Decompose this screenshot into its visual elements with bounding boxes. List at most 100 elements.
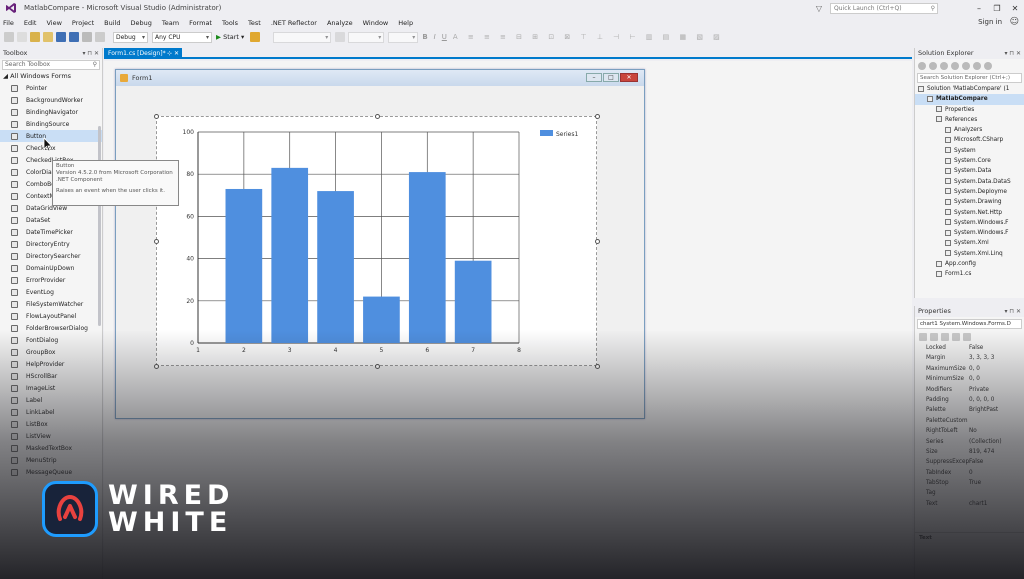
solution-tree-item[interactable]: References — [915, 115, 1024, 125]
property-pages-icon[interactable] — [963, 333, 971, 341]
solution-tree-item[interactable]: Microsoft.CSharp — [915, 135, 1024, 145]
back-icon[interactable] — [4, 32, 14, 42]
menu-build[interactable]: Build — [104, 19, 120, 27]
menu-file[interactable]: File — [3, 19, 14, 27]
layout-toolbar-icons[interactable]: A ≡ ≡ ≡ ⊟ ⊞ ⊡ ⊠ ⊤ ⊥ ⊣ ⊢ ▥ ▤ ▦ ▧ ▨ — [453, 33, 724, 41]
form-minimize-button[interactable]: – — [586, 73, 602, 82]
platform-select[interactable]: Any CPU — [152, 31, 212, 43]
close-button[interactable]: ✕ — [1006, 4, 1024, 13]
property-value[interactable]: chart1 — [969, 499, 1023, 509]
back-icon[interactable] — [918, 61, 926, 70]
toolbox-item[interactable]: FolderBrowserDialog — [0, 322, 102, 334]
resize-handle[interactable] — [374, 114, 380, 119]
toolbox-item[interactable]: FontDialog — [0, 334, 102, 346]
quick-launch-input[interactable]: Quick Launch (Ctrl+Q) ⚲ — [830, 2, 938, 14]
sync-icon[interactable] — [951, 61, 959, 70]
solution-tree-item[interactable]: System.Data — [915, 166, 1024, 176]
properties-icon[interactable] — [984, 61, 992, 70]
property-value[interactable]: 0, 0, 0, 0 — [969, 395, 1023, 405]
toolbox-item[interactable]: DataSet — [0, 214, 102, 226]
menu-view[interactable]: View — [46, 19, 61, 27]
restore-button[interactable]: ❐ — [988, 4, 1006, 13]
property-value[interactable] — [969, 416, 1023, 426]
solution-tree-item[interactable]: System.Xml.Linq — [915, 249, 1024, 259]
tab-form1-design[interactable]: Form1.cs [Design]* ⊹ ✕ — [104, 48, 182, 59]
toolbox-item[interactable]: DateTimePicker — [0, 226, 102, 238]
alphabetical-icon[interactable] — [930, 333, 938, 341]
panel-controls-icon[interactable]: ▾ ⊓ ✕ — [1004, 306, 1021, 317]
redo-icon[interactable] — [95, 32, 105, 42]
property-row[interactable]: Margin 3, 3, 3, 3 — [915, 353, 1024, 363]
form1-window[interactable]: Form1 – □ ✕ 0 20 40 60 80 100 1 2 3 4 5 6 7 8 Series1 — [115, 69, 645, 419]
menu-tools[interactable]: Tools — [222, 19, 238, 27]
property-row[interactable]: MaximumSize 0, 0 — [915, 364, 1024, 374]
menu-format[interactable]: Format — [189, 19, 212, 27]
property-row[interactable]: Palette BrightPast — [915, 405, 1024, 415]
open-icon[interactable] — [43, 32, 53, 42]
solution-tree-item[interactable]: System — [915, 146, 1024, 156]
solution-tree-item[interactable]: Form1.cs — [915, 269, 1024, 279]
toolbox-item[interactable]: FlowLayoutPanel — [0, 310, 102, 322]
panel-controls-icon[interactable]: ▾ ⊓ ✕ — [82, 48, 99, 59]
property-row[interactable]: Series (Collection) — [915, 437, 1024, 447]
solution-tree-item[interactable]: System.Core — [915, 156, 1024, 166]
property-value[interactable]: Private — [969, 385, 1023, 395]
property-row[interactable]: TabStop True — [915, 478, 1024, 488]
toolbox-item[interactable]: ImageList — [0, 382, 102, 394]
font-style-select[interactable] — [388, 31, 419, 43]
underline-icon[interactable]: U — [442, 33, 447, 41]
solution-tree-item[interactable]: App.config — [915, 259, 1024, 269]
categorized-icon[interactable] — [919, 333, 927, 341]
property-row[interactable]: Size 819, 474 — [915, 447, 1024, 457]
toolbox-item[interactable]: FileSystemWatcher — [0, 298, 102, 310]
property-row[interactable]: RightToLeft No — [915, 426, 1024, 436]
menu-window[interactable]: Window — [363, 19, 389, 27]
toolbox-item[interactable]: HScrollBar — [0, 370, 102, 382]
forward-icon[interactable] — [17, 32, 27, 42]
solution-tree-item[interactable]: System.Deployme — [915, 187, 1024, 197]
font-size-select[interactable] — [348, 31, 385, 43]
properties-object-select[interactable]: chart1 System.Windows.Forms.D — [917, 319, 1022, 329]
property-value[interactable]: False — [969, 343, 1023, 353]
events-icon[interactable] — [952, 333, 960, 341]
resize-handle[interactable] — [595, 239, 600, 244]
configuration-select[interactable]: Debug — [113, 31, 148, 43]
toolbox-search-input[interactable]: Search Toolbox ⚲ — [2, 60, 100, 70]
property-row[interactable]: Modifiers Private — [915, 385, 1024, 395]
properties-view-icon[interactable] — [941, 333, 949, 341]
property-row[interactable]: Locked False — [915, 343, 1024, 353]
resize-handle[interactable] — [154, 364, 159, 369]
resize-handle[interactable] — [595, 114, 600, 119]
account-icon[interactable]: ☺ — [1010, 17, 1019, 27]
toolbox-item[interactable]: BackgroundWorker — [0, 94, 102, 106]
property-value[interactable]: 0, 0 — [969, 374, 1023, 384]
solution-tree-item[interactable]: Analyzers — [915, 125, 1024, 135]
attach-icon[interactable] — [250, 32, 261, 42]
toolbox-item[interactable]: MenuStrip — [0, 454, 102, 466]
resize-handle[interactable] — [154, 239, 159, 244]
form-maximize-button[interactable]: □ — [603, 73, 619, 82]
toolbox-item[interactable]: DirectoryEntry — [0, 238, 102, 250]
menu-debug[interactable]: Debug — [131, 19, 152, 27]
property-value[interactable]: 0 — [969, 468, 1023, 478]
menu-test[interactable]: Test — [248, 19, 261, 27]
tab-pin-close-icon[interactable]: ⊹ ✕ — [167, 48, 179, 59]
toolbox-item[interactable]: ListBox — [0, 418, 102, 430]
chart1-control[interactable]: 0 20 40 60 80 100 1 2 3 4 5 6 7 8 Series1 — [154, 114, 600, 369]
bold-icon[interactable]: B — [422, 33, 427, 41]
start-button[interactable]: ▶ Start ▾ — [216, 33, 244, 41]
toolbox-item[interactable]: Label — [0, 394, 102, 406]
solution-tree-item[interactable]: System.Windows.F — [915, 228, 1024, 238]
toolbox-item[interactable]: DirectorySearcher — [0, 250, 102, 262]
solution-tree-item[interactable]: System.Net.Http — [915, 208, 1024, 218]
sign-in-link[interactable]: Sign in — [978, 18, 1002, 26]
resize-handle[interactable] — [595, 364, 600, 369]
property-row[interactable]: Text chart1 — [915, 499, 1024, 509]
property-value[interactable] — [969, 488, 1023, 498]
toolbox-item[interactable]: EventLog — [0, 286, 102, 298]
menu-project[interactable]: Project — [72, 19, 94, 27]
property-row[interactable]: TabIndex 0 — [915, 468, 1024, 478]
minimize-button[interactable]: – — [970, 4, 988, 13]
toolbox-item[interactable]: DomainUpDown — [0, 262, 102, 274]
forward-icon[interactable] — [929, 61, 937, 70]
